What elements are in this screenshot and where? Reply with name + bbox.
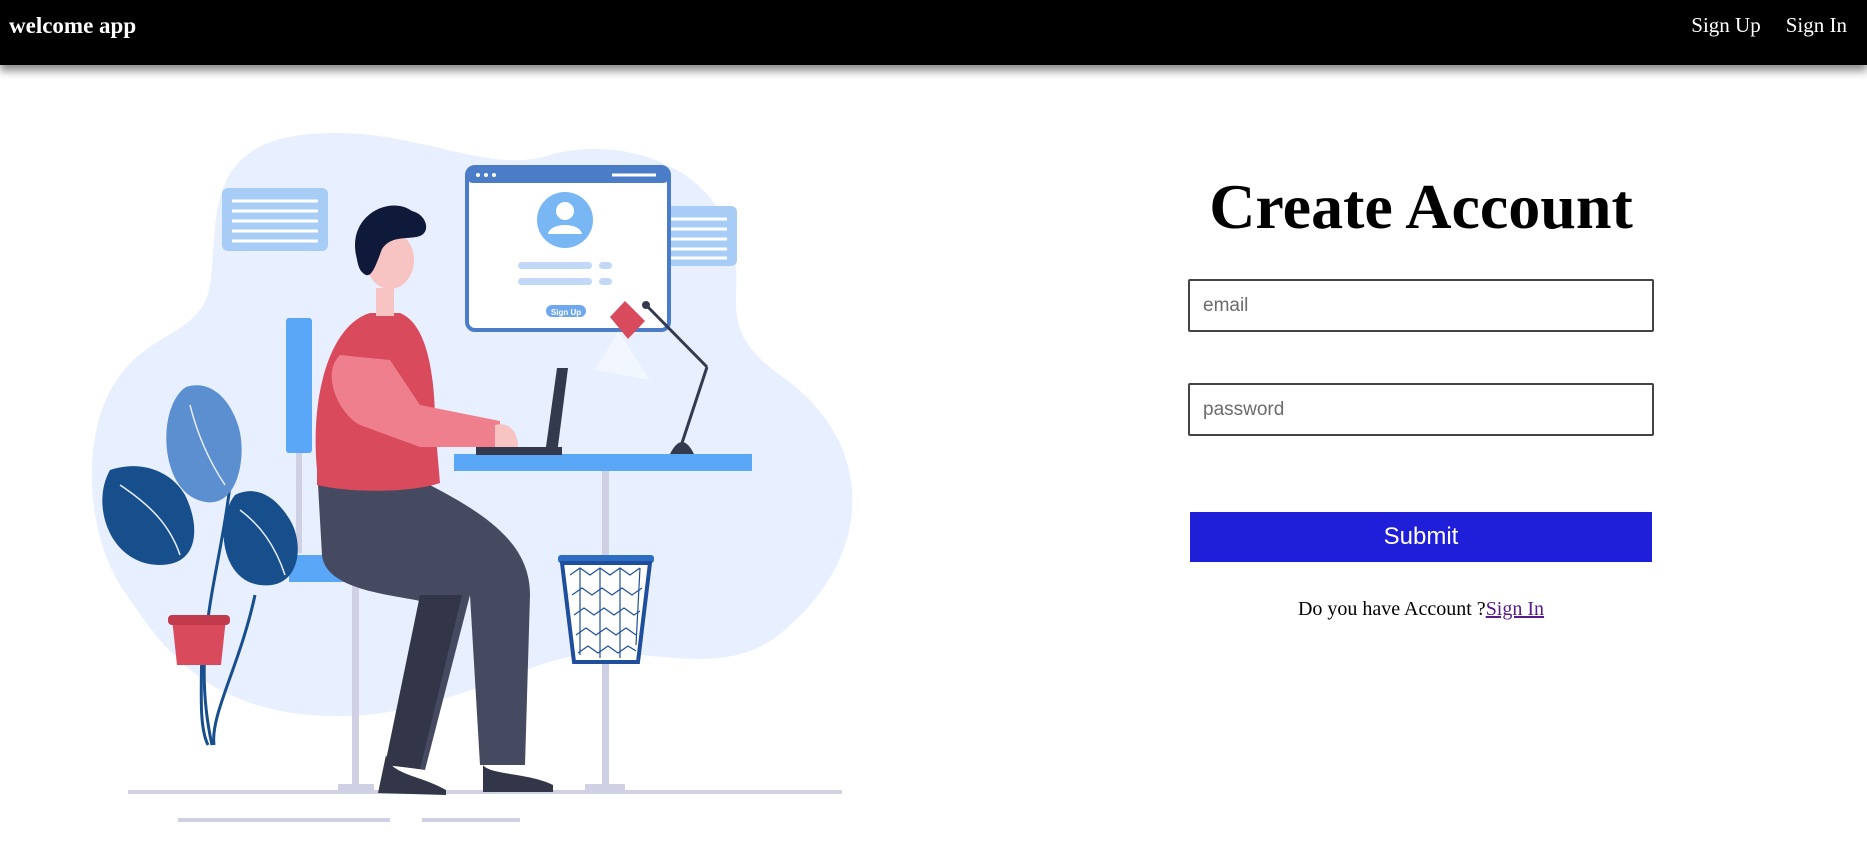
mini-browser-window: Sign Up xyxy=(465,165,671,332)
page-title: Create Account xyxy=(1209,171,1633,242)
brand-title: welcome app xyxy=(9,13,137,38)
nav-sign-in-link[interactable]: Sign In xyxy=(1786,13,1847,38)
workspace-illustration: Sign Up xyxy=(91,132,853,822)
sign-in-link[interactable]: Sign In xyxy=(1486,598,1544,620)
top-navbar: welcome app Sign Up Sign In xyxy=(0,0,1867,65)
password-field[interactable] xyxy=(1188,383,1654,436)
sign-in-prompt-text: Do you have Account ? xyxy=(1297,598,1486,620)
sign-in-prompt: Do you have Account ?Sign In xyxy=(1188,598,1654,621)
submit-button[interactable]: Submit xyxy=(1190,512,1652,562)
nav-sign-up-link[interactable]: Sign Up xyxy=(1691,13,1760,38)
waste-basket-icon xyxy=(558,555,654,664)
mini-sign-up-text: Sign Up xyxy=(551,308,581,317)
chat-bubble-left-icon xyxy=(222,188,328,251)
user-avatar-icon xyxy=(537,192,593,248)
email-field[interactable] xyxy=(1188,279,1654,332)
nav-links: Sign Up Sign In xyxy=(1691,13,1847,38)
